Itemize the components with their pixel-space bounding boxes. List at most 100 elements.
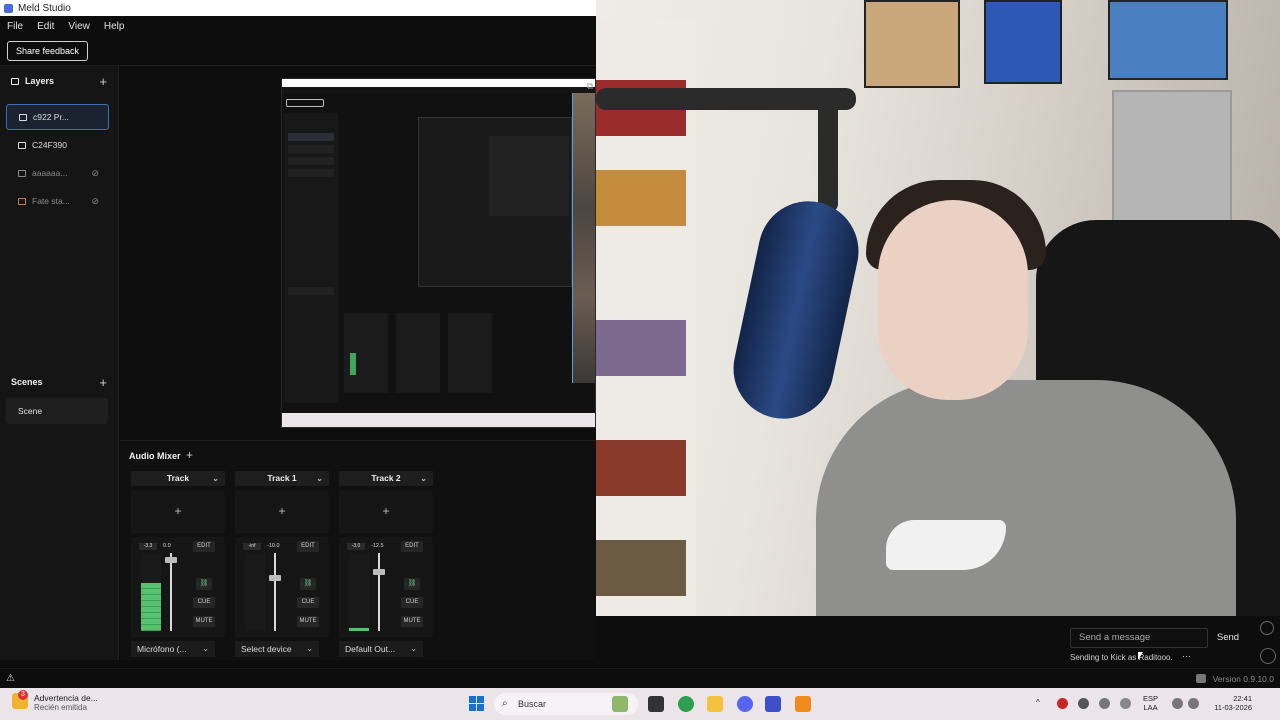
share-feedback-button[interactable]: Share feedback	[7, 41, 89, 61]
notification[interactable]: 3 Advertencia de... Recién emitida	[12, 690, 98, 713]
layer-label: aaaaaa...	[32, 168, 68, 178]
folder-icon[interactable]	[707, 696, 723, 712]
menu-file[interactable]: File	[0, 21, 30, 32]
track-name: Track	[166, 473, 190, 483]
chevron-down-icon: ⌄	[316, 474, 323, 483]
search-label: Buscar	[518, 699, 547, 709]
layer-item-image-2[interactable]: Fate sta... ⊘	[6, 188, 109, 214]
warning-icon[interactable]: ⚠	[6, 673, 15, 684]
volume-meter: -3.0	[347, 543, 371, 631]
play-button-plaque	[1112, 90, 1232, 240]
avatar-icon[interactable]	[1260, 648, 1276, 664]
image-icon	[18, 169, 26, 177]
device-select[interactable]: Select device ⌄	[235, 641, 319, 657]
volume-icon[interactable]	[1188, 698, 1199, 709]
chrome-icon[interactable]	[678, 696, 694, 712]
network-icon[interactable]	[1172, 698, 1183, 709]
meld-logo-icon	[1196, 674, 1206, 683]
fader-value: -12.5	[371, 543, 384, 549]
add-layer-button[interactable]: +	[99, 74, 107, 89]
layers-title: Layers	[25, 76, 55, 86]
microphone	[724, 192, 868, 428]
crop-icon[interactable]: ⧉	[587, 81, 593, 92]
chat-panel: Send a message Send Sending to Kick as R…	[596, 616, 1280, 668]
audio-track: Track 2 ⌄ + -3.0 -12.5 EDIT ⛓ CUE MUTE Default Ou…	[339, 471, 433, 661]
cue-button[interactable]: CUE	[401, 597, 423, 608]
discord-icon[interactable]	[737, 696, 753, 712]
vlc-icon[interactable]	[795, 696, 811, 712]
track-name: Track 2	[371, 473, 401, 483]
camera-icon	[19, 113, 27, 121]
tray-app-icon[interactable]	[1078, 698, 1089, 709]
status-bar: ⚠ Version 0.9.10.0	[0, 668, 1280, 688]
track-header[interactable]: Track ⌄	[131, 471, 225, 486]
tray-app-icon[interactable]	[1099, 698, 1110, 709]
menu-edit[interactable]: Edit	[30, 21, 61, 32]
person	[878, 200, 1028, 400]
widget-icon[interactable]	[612, 696, 628, 712]
chevron-down-icon: ⌄	[202, 644, 209, 653]
volume-fader[interactable]: -12.5	[371, 543, 385, 631]
device-select[interactable]: Micrófono (... ⌄	[131, 641, 215, 657]
layer-item-camera[interactable]: c922 Pr...	[6, 104, 109, 130]
fader-handle[interactable]	[165, 557, 177, 563]
hidden-eye-icon[interactable]: ⊘	[91, 168, 99, 179]
edit-button[interactable]: EDIT	[193, 541, 215, 552]
tray-app-icon[interactable]	[1057, 698, 1068, 709]
cue-button[interactable]: CUE	[193, 597, 215, 608]
layers-icon	[11, 77, 19, 85]
chevron-down-icon: ⌄	[212, 474, 219, 483]
volume-fader[interactable]: 0.0	[163, 543, 177, 631]
meld-taskbar-icon[interactable]	[765, 696, 781, 712]
mute-button[interactable]: MUTE	[193, 616, 215, 627]
poster	[1108, 0, 1228, 80]
hidden-eye-icon[interactable]: ⊘	[91, 196, 99, 207]
track-controls: -inf -10.0 EDIT ⛓ CUE MUTE	[235, 537, 329, 637]
layer-item-display[interactable]: C24F390	[6, 132, 109, 158]
chat-message-input[interactable]: Send a message	[1070, 628, 1208, 648]
add-source-button[interactable]: +	[235, 490, 329, 533]
meter-value: -3.0	[347, 543, 365, 550]
volume-fader[interactable]: -10.0	[267, 543, 281, 631]
meter-fill	[349, 628, 369, 631]
windows-start-icon[interactable]	[469, 696, 485, 712]
search-icon: ⌕	[502, 698, 508, 709]
poster	[864, 0, 960, 88]
input-language[interactable]: ESP LAA	[1143, 694, 1158, 712]
add-scene-button[interactable]: +	[99, 375, 107, 390]
fader-handle[interactable]	[373, 569, 385, 575]
clock[interactable]: 22:41 11-03-2026	[1208, 694, 1252, 712]
menu-view[interactable]: View	[61, 21, 97, 32]
device-select[interactable]: Default Out... ⌄	[339, 641, 423, 657]
add-source-button[interactable]: +	[339, 490, 433, 533]
mute-button[interactable]: MUTE	[401, 616, 423, 627]
track-header[interactable]: Track 1 ⌄	[235, 471, 329, 486]
layer-item-image[interactable]: aaaaaa... ⊘	[6, 160, 109, 186]
display-capture-preview[interactable]: ⧉	[281, 78, 596, 428]
meter-value: -3.3	[139, 543, 157, 550]
add-source-button[interactable]: +	[131, 490, 225, 533]
link-icon[interactable]: ⛓	[404, 578, 420, 590]
edit-button[interactable]: EDIT	[401, 541, 423, 552]
microphone-icon[interactable]	[1120, 698, 1131, 709]
chat-send-button[interactable]: Send	[1210, 628, 1246, 648]
volume-meter: -3.3	[139, 543, 163, 631]
fader-handle[interactable]	[269, 575, 281, 581]
canvas-preview[interactable]: ⧉	[120, 66, 596, 440]
cue-button[interactable]: CUE	[297, 597, 319, 608]
tray-chevron-icon[interactable]: ^	[1036, 698, 1047, 709]
add-track-button[interactable]: +	[186, 448, 193, 462]
scene-item[interactable]: Scene	[6, 398, 108, 424]
notification-badge: 3	[18, 690, 28, 700]
chat-status: Sending to Kick as Raditooo.	[1070, 653, 1173, 662]
fader-value: 0.0	[163, 543, 171, 549]
file-app-icon[interactable]	[648, 696, 664, 712]
link-icon[interactable]: ⛓	[196, 578, 212, 590]
chat-more-icon[interactable]: ···	[1182, 651, 1191, 661]
track-header[interactable]: Track 2 ⌄	[339, 471, 433, 486]
menu-help[interactable]: Help	[97, 21, 132, 32]
settings-icon[interactable]	[1260, 621, 1274, 635]
edit-button[interactable]: EDIT	[297, 541, 319, 552]
mute-button[interactable]: MUTE	[297, 616, 319, 627]
link-icon[interactable]: ⛓	[300, 578, 316, 590]
